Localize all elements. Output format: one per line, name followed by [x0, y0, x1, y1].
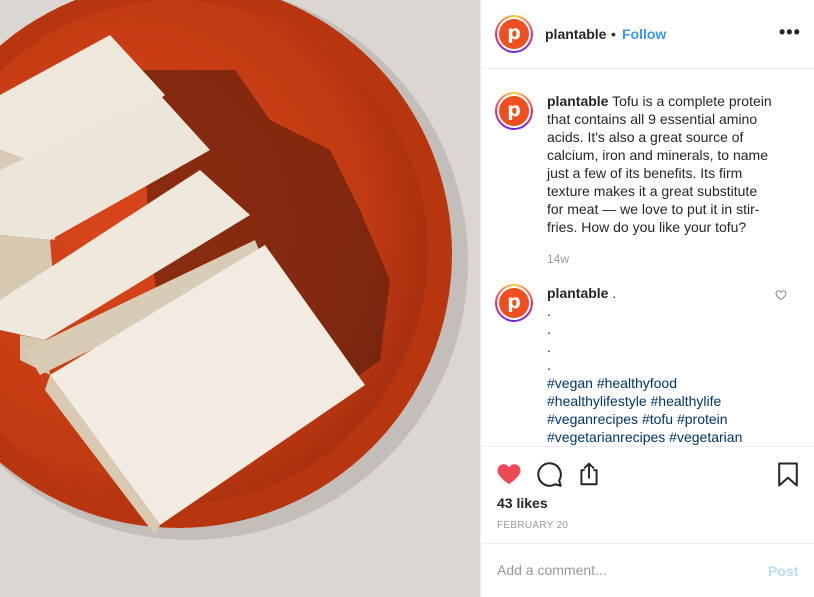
bookmark-icon[interactable]	[777, 461, 799, 488]
post-comment-button[interactable]: Post	[768, 563, 798, 579]
comment-like-heart-icon[interactable]	[775, 289, 787, 301]
comment-dot-line: .	[547, 357, 551, 373]
comment-username[interactable]: plantable	[547, 285, 608, 301]
hashtag-line[interactable]: #healthylifestyle #healthylife	[547, 392, 777, 410]
avatar[interactable]: p	[495, 92, 533, 130]
plantable-logo: p	[499, 288, 529, 318]
plantable-logo: p	[499, 19, 529, 49]
separator-dot: •	[611, 26, 616, 42]
caption-text-block: plantable Tofu is a complete protein tha…	[547, 92, 777, 236]
post-header: p plantable • Follow •••	[481, 0, 814, 69]
avatar[interactable]: p	[495, 15, 533, 53]
caption-text: Tofu is a complete protein that contains…	[547, 93, 772, 235]
plantable-logo: p	[499, 96, 529, 126]
username-link[interactable]: plantable	[545, 26, 606, 42]
hashtag-line[interactable]: #vegetarianrecipes #vegetarian	[547, 428, 777, 446]
tofu-photo-illustration	[0, 0, 480, 597]
comment-first-line: .	[612, 285, 617, 301]
comments-list[interactable]: p plantable Tofu is a complete protein t…	[481, 70, 814, 446]
post-date[interactable]: FEBRUARY 20	[497, 520, 568, 531]
caption-username[interactable]: plantable	[547, 93, 608, 109]
post-photo[interactable]	[0, 0, 480, 597]
more-options-icon[interactable]: •••	[779, 22, 801, 43]
comment-text-block: plantable . . . . . #vegan #healthyfood …	[547, 284, 777, 446]
heart-filled-icon[interactable]	[495, 461, 523, 487]
post-actions: 43 likes FEBRUARY 20	[481, 446, 814, 543]
hashtag-line[interactable]: #veganrecipes #tofu #protein	[547, 410, 777, 428]
comment-bubble-icon[interactable]	[536, 461, 563, 488]
caption-timestamp[interactable]: 14w	[547, 252, 569, 266]
follow-button[interactable]: Follow	[622, 26, 666, 42]
add-comment-bar: Post	[481, 543, 814, 597]
comment-input[interactable]	[497, 562, 747, 578]
avatar[interactable]: p	[495, 284, 533, 322]
share-icon[interactable]	[576, 461, 602, 488]
hashtag-line[interactable]: #vegan #healthyfood	[547, 374, 777, 392]
comment-dot-line: .	[547, 339, 551, 355]
comment-dot-line: .	[547, 321, 551, 337]
post-detail-panel: p plantable • Follow ••• p plantable Tof…	[480, 0, 814, 597]
likes-count[interactable]: 43 likes	[497, 495, 548, 511]
comment-dot-line: .	[547, 303, 551, 319]
